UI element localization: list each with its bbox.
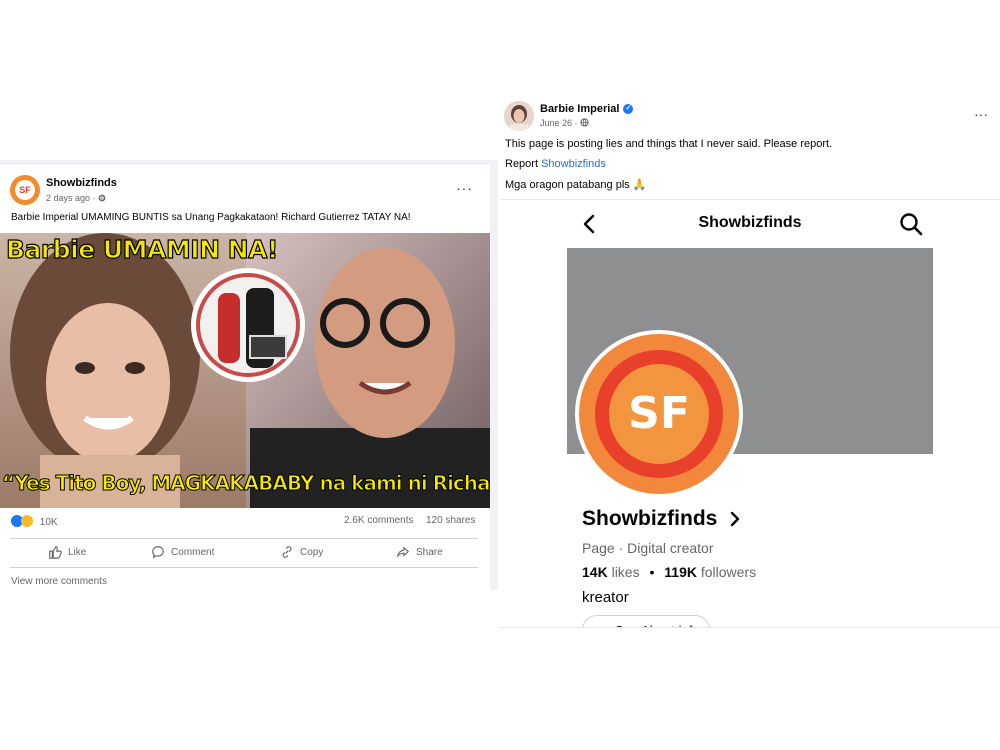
- divider: [10, 538, 478, 539]
- post-image[interactable]: Barbie UMAMIN NA! “Yes Tito Boy, MAGKAKA…: [0, 233, 490, 508]
- stats-bullet: •: [649, 564, 655, 580]
- sf-logo: SF: [609, 364, 709, 464]
- divider: [500, 627, 1000, 628]
- haha-reaction-icon: [21, 515, 33, 527]
- verified-icon: ✓: [623, 104, 634, 114]
- like-icon: [49, 546, 62, 559]
- reactions-summary[interactable]: 10K: [11, 515, 58, 528]
- divider: [10, 567, 478, 568]
- page-type: Page · Digital creator: [582, 540, 714, 556]
- comments-count[interactable]: 2.6K comments: [344, 515, 413, 526]
- showbizfinds-mention-link[interactable]: Showbizfinds: [541, 158, 606, 170]
- like-label: Like: [68, 546, 87, 558]
- meme-quote: “Yes Tito Boy, MAGKAKABABY na kami ni Ri…: [2, 471, 491, 496]
- shares-count[interactable]: 120 shares: [426, 515, 475, 526]
- pray-emoji-icon: 🙏: [632, 179, 647, 191]
- like-button[interactable]: Like: [48, 545, 86, 559]
- share-button[interactable]: Share: [396, 545, 443, 559]
- phone-header-title: Showbizfinds: [698, 214, 802, 231]
- followers-label: followers: [700, 564, 757, 580]
- post-author[interactable]: Barbie Imperial ✓: [540, 103, 634, 115]
- page-profile-picture[interactable]: SF: [575, 330, 743, 498]
- showbizfinds-avatar[interactable]: SF: [10, 175, 40, 205]
- post-timestamp[interactable]: June 26 ·: [540, 118, 589, 128]
- post-menu-icon[interactable]: ···: [456, 180, 473, 196]
- likes-label: likes: [611, 564, 640, 580]
- reactions-count: 10K: [39, 517, 58, 528]
- meme-thumbnail: [0, 233, 490, 508]
- chevron-right-icon: [731, 511, 740, 527]
- share-label: Share: [416, 546, 443, 558]
- followers-value: 119K: [664, 564, 697, 580]
- back-chevron-icon[interactable]: [580, 212, 600, 236]
- share-icon: [396, 546, 410, 558]
- post-text-line-1: This page is posting lies and things tha…: [505, 138, 833, 150]
- page-category: kreator: [582, 589, 629, 606]
- post-page-name[interactable]: Showbizfinds: [46, 177, 117, 189]
- copy-icon: [282, 546, 292, 558]
- likes-value: 14K: [582, 564, 608, 580]
- page-name: Showbizfinds: [582, 507, 718, 530]
- post-caption: Barbie Imperial UMAMING BUNTIS sa Unang …: [11, 212, 411, 223]
- meme-headline: Barbie UMAMIN NA!: [5, 234, 279, 264]
- post-menu-icon[interactable]: ···: [974, 106, 988, 122]
- report-prefix: Report: [505, 158, 542, 170]
- author-name: Barbie Imperial: [540, 103, 620, 115]
- post-text-line-3-content: Mga oragon patabang pls: [505, 179, 630, 191]
- search-icon[interactable]: [899, 212, 923, 236]
- comment-label: Comment: [171, 546, 215, 558]
- comment-icon: [152, 546, 164, 559]
- post-timestamp[interactable]: 2 days ago ·: [46, 193, 106, 203]
- copy-label: Copy: [300, 546, 324, 558]
- globe-icon: [580, 118, 589, 127]
- settings-icon: [98, 194, 106, 202]
- post-time-text: 2 days ago ·: [46, 193, 96, 203]
- divider: [500, 199, 1000, 200]
- comment-button[interactable]: Comment: [151, 545, 214, 559]
- post-text-line-3: Mga oragon patabang pls 🙏: [505, 178, 647, 191]
- barbie-avatar[interactable]: [504, 101, 534, 131]
- profile-photo: [504, 101, 534, 131]
- copy-button[interactable]: Copy: [280, 545, 323, 559]
- post-text-line-2: Report Showbizfinds: [505, 158, 606, 170]
- post-time-text: June 26 ·: [540, 118, 578, 128]
- screenshot-crop-mask: [500, 628, 1000, 658]
- view-more-comments-link[interactable]: View more comments: [11, 576, 107, 587]
- avatar-text: SF: [15, 180, 35, 200]
- page-stats: 14K likes • 119K followers: [582, 564, 756, 580]
- page-name-link[interactable]: Showbizfinds: [582, 507, 741, 531]
